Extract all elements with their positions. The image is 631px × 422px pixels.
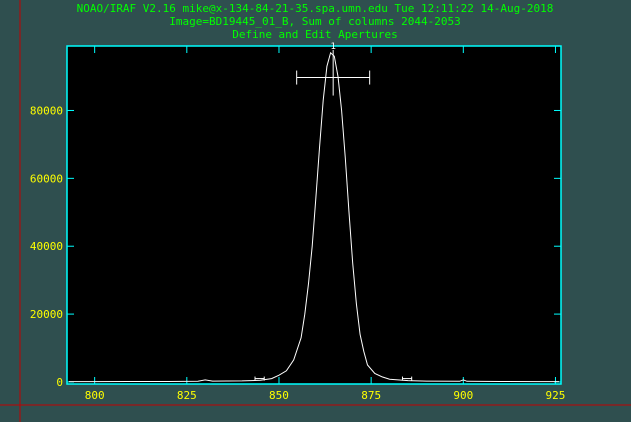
aperture-plot[interactable]: NOAO/IRAF V2.16 mike@x-134-84-21-35.spa.… (0, 0, 631, 422)
x-tick-label: 900 (453, 389, 473, 402)
x-tick-label: 800 (85, 389, 105, 402)
plot-title: Define and Edit Apertures (232, 28, 398, 41)
x-tick-label: 875 (361, 389, 381, 402)
y-tick-label: 40000 (30, 240, 63, 253)
plot-area[interactable] (66, 45, 562, 385)
header-line-1: NOAO/IRAF V2.16 mike@x-134-84-21-35.spa.… (77, 2, 554, 15)
x-tick-label: 925 (546, 389, 566, 402)
y-tick-label: 60000 (30, 172, 63, 185)
y-tick-label: 20000 (30, 308, 63, 321)
x-tick-label: 825 (177, 389, 197, 402)
header-line-2: Image=BD19445_01_B, Sum of columns 2044-… (169, 15, 460, 28)
y-tick-label: 80000 (30, 104, 63, 117)
iraf-graphics-window[interactable]: NOAO/IRAF V2.16 mike@x-134-84-21-35.spa.… (0, 0, 631, 422)
x-tick-label: 850 (269, 389, 289, 402)
aperture-label: 1 (330, 42, 335, 52)
y-tick-label: 0 (56, 376, 63, 389)
